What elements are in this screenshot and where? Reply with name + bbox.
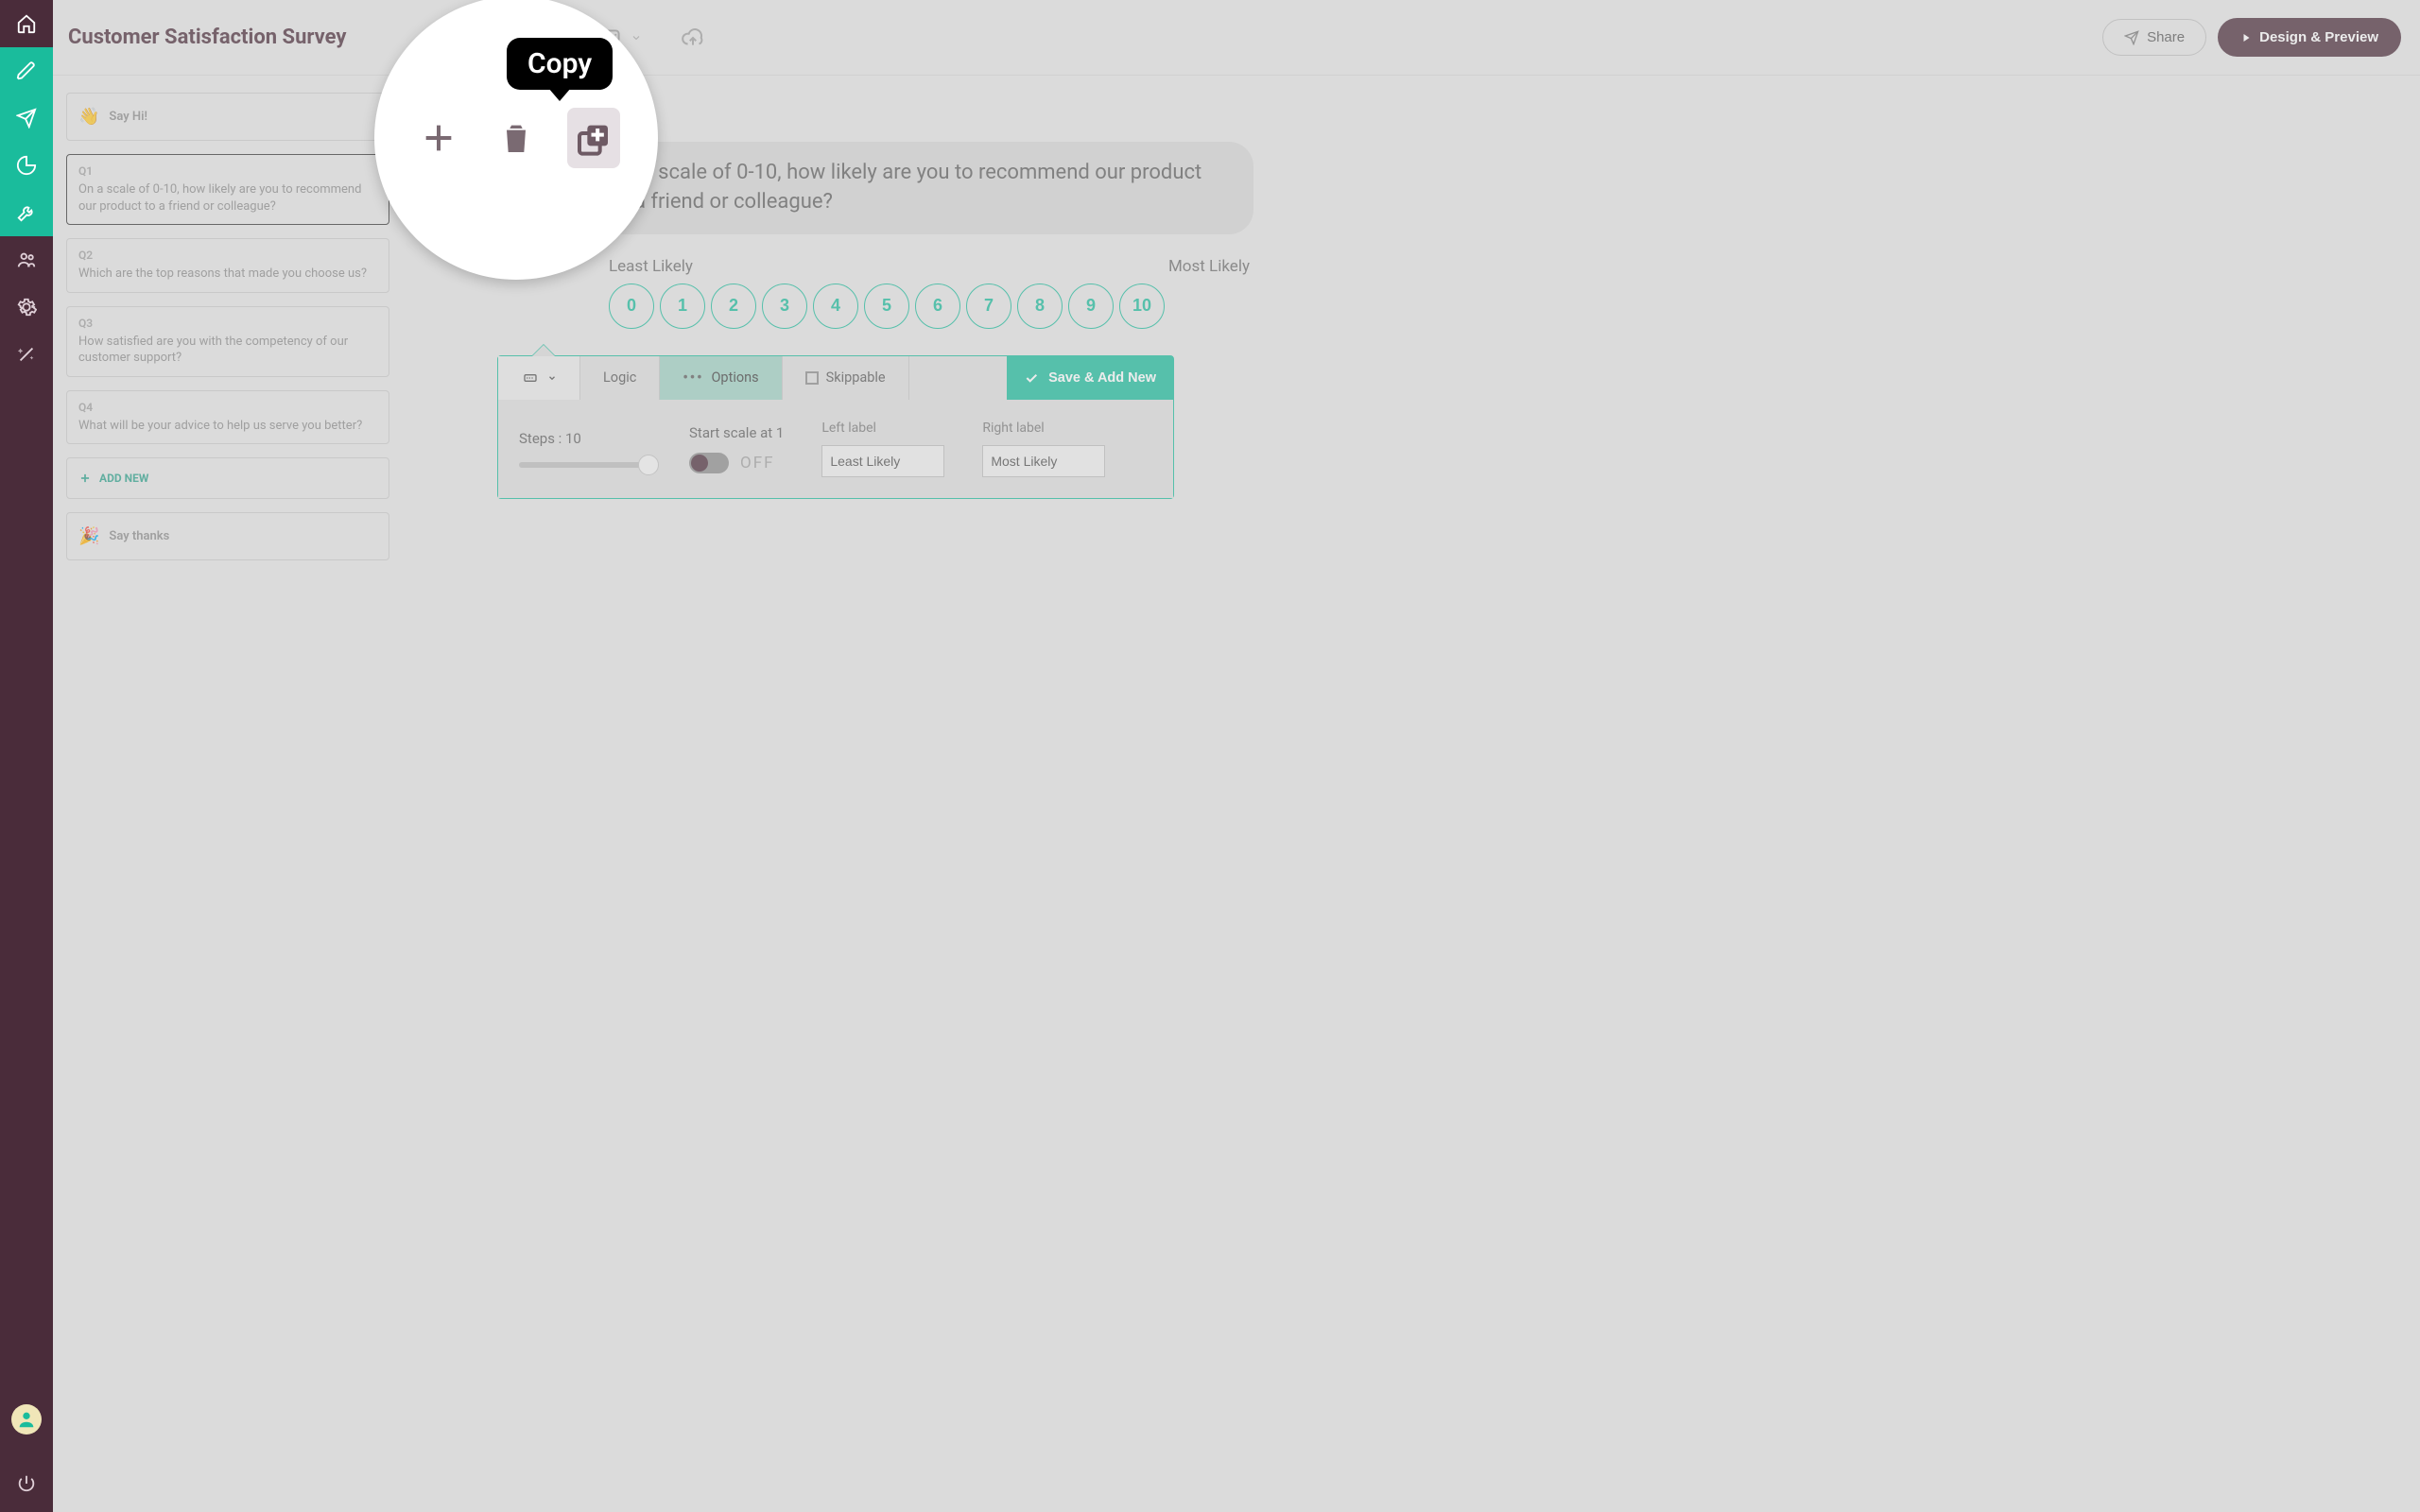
team-icon[interactable] (0, 236, 53, 284)
scale-option[interactable]: 1 (660, 284, 705, 329)
question-prompt[interactable]: 1 On a scale of 0-10, how likely are you… (554, 142, 1253, 234)
home-icon[interactable] (0, 0, 53, 47)
question-card[interactable]: Q2 Which are the top reasons that made y… (66, 238, 389, 293)
steps-slider[interactable] (519, 462, 651, 468)
wrench-icon[interactable] (0, 189, 53, 236)
action-bubble: Copy (374, 0, 658, 280)
checkbox-icon (805, 371, 819, 385)
save-add-new-button[interactable]: Save & Add New (1007, 356, 1173, 400)
tab-skippable[interactable]: Skippable (783, 356, 909, 400)
dots-icon: ••• (683, 369, 703, 386)
analytics-icon[interactable] (0, 142, 53, 189)
scale-option[interactable]: 0 (609, 284, 654, 329)
question-card[interactable]: Q4 What will be your advice to help us s… (66, 390, 389, 445)
settings-icon[interactable] (0, 284, 53, 331)
question-type-dropdown[interactable] (498, 356, 580, 400)
question-text: How satisfied are you with the competenc… (78, 334, 377, 367)
question-number: Q3 (78, 317, 377, 330)
scale-option[interactable]: 8 (1017, 284, 1063, 329)
editor-panel: 1 On a scale of 0-10, how likely are you… (403, 76, 2420, 1512)
right-label-heading: Right label (982, 421, 1105, 436)
intro-card[interactable]: 👋 Say Hi! (66, 93, 389, 141)
scale-option[interactable]: 6 (915, 284, 960, 329)
scale-option[interactable]: 7 (966, 284, 1011, 329)
scale-option[interactable]: 10 (1119, 284, 1165, 329)
scale-option[interactable]: 4 (813, 284, 858, 329)
left-label-input[interactable] (821, 445, 944, 477)
start-at-1-toggle[interactable] (689, 453, 729, 473)
prompt-text: On a scale of 0-10, how likely are you t… (611, 161, 1201, 214)
intro-label: Say Hi! (109, 110, 147, 124)
copy-button[interactable] (567, 108, 620, 168)
party-icon: 🎉 (78, 526, 99, 546)
left-label-heading: Left label (821, 421, 944, 436)
tab-options[interactable]: ••• Options (660, 356, 782, 400)
right-label-input[interactable] (982, 445, 1105, 477)
question-number: Q4 (78, 401, 377, 414)
chevron-down-icon[interactable] (630, 24, 643, 52)
tab-logic[interactable]: Logic (580, 356, 660, 400)
scale-option[interactable]: 2 (711, 284, 756, 329)
add-button[interactable] (412, 108, 465, 168)
question-text: What will be your advice to help us serv… (78, 418, 377, 435)
question-settings: Logic ••• Options Skippable Save & Add N… (497, 355, 1174, 499)
question-text: On a scale of 0-10, how likely are you t… (78, 181, 377, 215)
share-label: Share (2147, 29, 2185, 45)
wave-icon: 👋 (78, 107, 99, 127)
content: 👋 Say Hi! Q1 On a scale of 0-10, how lik… (53, 76, 2420, 1512)
add-new-label: ADD NEW (99, 472, 148, 485)
add-new-button[interactable]: ADD NEW (66, 457, 389, 499)
magic-icon[interactable] (0, 331, 53, 378)
nav-rail (0, 0, 53, 1512)
scale-option[interactable]: 3 (762, 284, 807, 329)
steps-label: Steps : 10 (519, 430, 651, 447)
edit-icon[interactable] (0, 47, 53, 94)
scale-option[interactable]: 5 (864, 284, 909, 329)
thanks-card[interactable]: 🎉 Say thanks (66, 512, 389, 560)
right-scale-label: Most Likely (1168, 257, 1250, 276)
power-icon[interactable] (0, 1455, 53, 1512)
start-at-1-label: Start scale at 1 (689, 424, 784, 441)
scale-row: 0 1 2 3 4 5 6 7 8 9 10 (609, 284, 1253, 329)
left-scale-label: Least Likely (609, 257, 693, 276)
question-list: 👋 Say Hi! Q1 On a scale of 0-10, how lik… (53, 76, 403, 1512)
scale-option[interactable]: 9 (1068, 284, 1114, 329)
question-card[interactable]: Q1 On a scale of 0-10, how likely are yo… (66, 154, 389, 225)
avatar[interactable] (11, 1404, 42, 1435)
thanks-label: Say thanks (109, 529, 169, 543)
copy-tooltip: Copy (507, 38, 613, 90)
share-button[interactable]: Share (2102, 19, 2206, 56)
design-preview-button[interactable]: Design & Preview (2218, 18, 2401, 57)
toggle-state: OFF (740, 454, 775, 472)
question-card[interactable]: Q3 How satisfied are you with the compet… (66, 306, 389, 377)
main: Customer Satisfaction Survey (53, 0, 2420, 1512)
send-icon[interactable] (0, 94, 53, 142)
slider-thumb[interactable] (638, 455, 659, 475)
question-number: Q2 (78, 249, 377, 262)
design-label: Design & Preview (2259, 29, 2378, 45)
delete-button[interactable] (490, 108, 543, 168)
survey-title: Customer Satisfaction Survey (68, 26, 346, 49)
question-text: Which are the top reasons that made you … (78, 266, 377, 283)
cloud-upload-icon[interactable] (679, 24, 707, 52)
question-number: Q1 (78, 164, 377, 178)
